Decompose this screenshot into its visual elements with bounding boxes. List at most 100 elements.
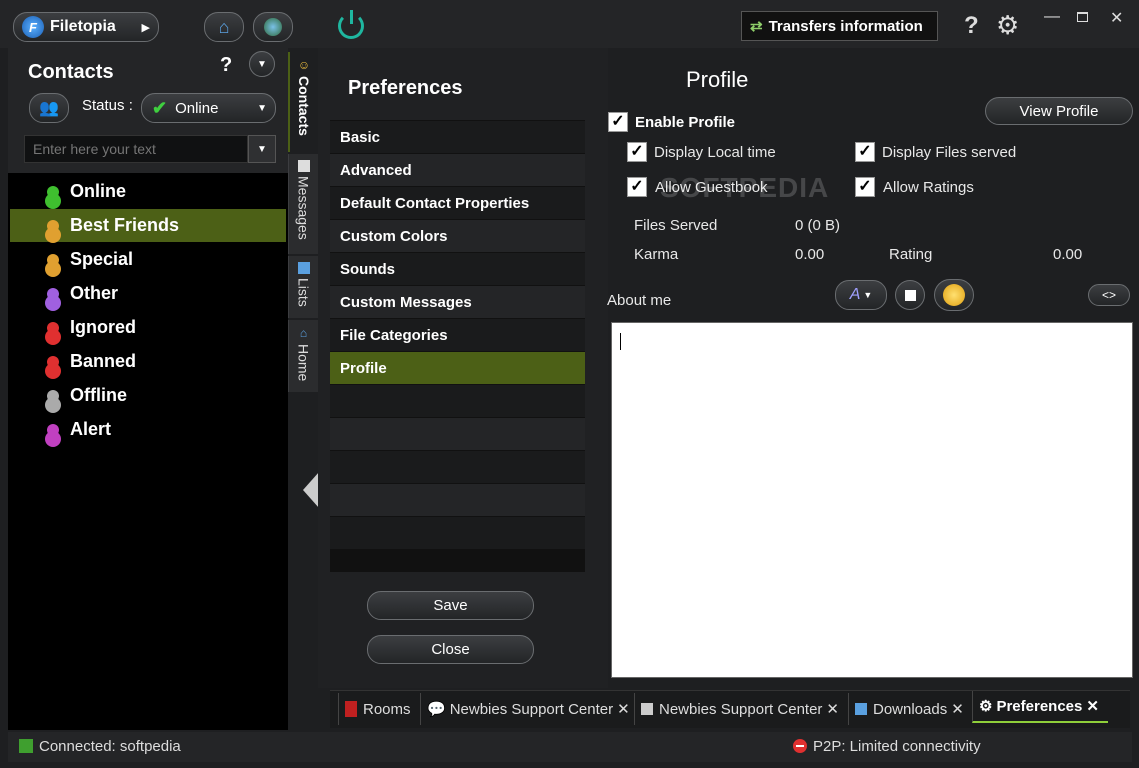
emoticon-button[interactable] bbox=[934, 279, 974, 311]
view-profile-button[interactable]: View Profile bbox=[985, 97, 1133, 125]
files-served-label: Files Served bbox=[634, 217, 718, 234]
pref-item-sounds[interactable]: Sounds bbox=[330, 253, 585, 285]
tab-contacts[interactable]: ☺ Contacts bbox=[288, 52, 318, 152]
about-me-label: About me bbox=[607, 292, 672, 309]
smiley-icon bbox=[943, 284, 965, 306]
rooms-icon bbox=[345, 701, 357, 717]
tab-newbies-support-center-2[interactable]: Newbies Support Center ✕ bbox=[634, 693, 844, 725]
contact-group-label: Ignored bbox=[70, 317, 136, 337]
collapse-arrow-icon[interactable] bbox=[303, 472, 319, 508]
enable-profile-checkbox[interactable]: ✓ bbox=[608, 112, 628, 132]
tab-messages-label: Messages bbox=[295, 176, 312, 240]
home-button[interactable]: ⌂ bbox=[204, 12, 244, 42]
globe-button[interactable] bbox=[253, 12, 293, 42]
user-icon bbox=[42, 283, 64, 305]
minimize-button[interactable]: — bbox=[1044, 8, 1060, 26]
filetopia-menu-button[interactable]: F Filetopia ▶ bbox=[13, 12, 159, 42]
contacts-menu-button[interactable]: ▼ bbox=[249, 51, 275, 77]
display-local-time-checkbox[interactable]: ✓ bbox=[627, 142, 647, 162]
color-button[interactable] bbox=[895, 280, 925, 310]
tab-newbies-label-1: Newbies Support Center bbox=[449, 700, 614, 718]
rating-label: Rating bbox=[889, 246, 933, 263]
display-local-time-label: Display Local time bbox=[654, 144, 776, 161]
user-icon bbox=[42, 385, 64, 407]
gear-icon[interactable]: ⚙ bbox=[996, 10, 1019, 41]
tab-newbies-support-center-1[interactable]: 💬 Newbies Support Center ✕ bbox=[420, 693, 630, 725]
filetopia-logo-icon: F bbox=[22, 16, 44, 38]
pref-empty-row bbox=[330, 517, 585, 549]
preferences-title: Preferences bbox=[348, 77, 463, 99]
tab-downloads[interactable]: Downloads ✕ bbox=[848, 693, 968, 725]
contacts-search-input[interactable] bbox=[24, 135, 248, 163]
tab-rooms[interactable]: Rooms bbox=[338, 693, 416, 725]
pref-item-custom-messages[interactable]: Custom Messages bbox=[330, 286, 585, 318]
display-files-served-checkbox[interactable]: ✓ bbox=[855, 142, 875, 162]
user-icon bbox=[42, 249, 64, 271]
allow-ratings-checkbox[interactable]: ✓ bbox=[855, 177, 875, 197]
search-dropdown-button[interactable]: ▼ bbox=[248, 135, 276, 163]
contact-group-special[interactable]: Special bbox=[10, 243, 286, 276]
display-files-served-label: Display Files served bbox=[882, 144, 1017, 161]
tab-preferences-label: Preferences bbox=[996, 697, 1083, 715]
tab-preferences[interactable]: ⚙ Preferences ✕ bbox=[972, 691, 1108, 723]
contact-group-best-friends[interactable]: Best Friends bbox=[10, 209, 286, 242]
pref-item-advanced[interactable]: Advanced bbox=[330, 154, 585, 186]
transfers-information-button[interactable]: ⇄ Transfers information bbox=[741, 11, 938, 41]
messages-icon bbox=[297, 160, 310, 172]
user-icon bbox=[42, 215, 64, 237]
downloads-icon bbox=[855, 703, 867, 715]
profile-title: Profile bbox=[686, 67, 749, 92]
tab-downloads-label: Downloads bbox=[873, 700, 948, 718]
document-icon bbox=[641, 703, 653, 715]
smiley-icon: ☺ bbox=[297, 58, 311, 72]
pref-item-default-contact-properties[interactable]: Default Contact Properties bbox=[330, 187, 585, 219]
pref-item-file-categories[interactable]: File Categories bbox=[330, 319, 585, 351]
help-icon[interactable]: ? bbox=[964, 12, 979, 40]
maximize-button[interactable] bbox=[1077, 12, 1088, 22]
tab-lists-label: Lists bbox=[295, 278, 312, 307]
karma-value: 0.00 bbox=[795, 246, 825, 263]
pref-item-custom-colors[interactable]: Custom Colors bbox=[330, 220, 585, 252]
user-icon bbox=[42, 181, 64, 203]
contacts-help-icon[interactable]: ? bbox=[220, 54, 232, 77]
chevron-down-icon: ▼ bbox=[257, 102, 267, 114]
contact-group-online[interactable]: Online bbox=[10, 175, 286, 208]
app-title: Filetopia bbox=[50, 18, 116, 35]
play-arrow-icon: ▶ bbox=[141, 21, 150, 34]
pref-empty-row bbox=[330, 418, 585, 450]
close-window-button[interactable]: ✕ bbox=[1110, 8, 1123, 28]
add-contact-button[interactable]: 👥 bbox=[29, 93, 69, 123]
contact-group-banned[interactable]: Banned bbox=[10, 345, 286, 378]
contact-group-offline[interactable]: Offline bbox=[10, 379, 286, 412]
save-button[interactable]: Save bbox=[367, 591, 534, 620]
allow-guestbook-checkbox[interactable]: ✓ bbox=[627, 177, 647, 197]
code-toggle-button[interactable]: <> bbox=[1088, 284, 1130, 306]
gear-icon: ⚙ bbox=[979, 698, 993, 715]
connected-status: Connected: softpedia bbox=[39, 738, 181, 755]
tab-lists[interactable]: Lists bbox=[288, 256, 318, 318]
close-tab-icon[interactable]: ✕ bbox=[951, 700, 964, 718]
pref-empty-row bbox=[330, 484, 585, 516]
close-tab-icon[interactable]: ✕ bbox=[617, 700, 630, 718]
tab-home[interactable]: ⌂ Home bbox=[288, 320, 318, 392]
tab-home-label: Home bbox=[295, 344, 312, 382]
contact-group-other[interactable]: Other bbox=[10, 277, 286, 310]
close-button[interactable]: Close bbox=[367, 635, 534, 664]
tab-messages[interactable]: Messages bbox=[288, 154, 318, 254]
pref-item-profile[interactable]: Profile bbox=[330, 352, 585, 384]
about-me-textarea[interactable] bbox=[611, 322, 1133, 678]
close-tab-icon[interactable]: ✕ bbox=[826, 700, 839, 718]
home-icon: ⌂ bbox=[218, 16, 230, 37]
p2p-status: P2P: Limited connectivity bbox=[813, 738, 981, 755]
chevron-down-icon: ▼ bbox=[257, 58, 267, 70]
rating-value: 0.00 bbox=[1053, 246, 1083, 263]
transfers-icon: ⇄ bbox=[750, 18, 763, 35]
close-tab-icon[interactable]: ✕ bbox=[1086, 697, 1099, 715]
pref-item-basic[interactable]: Basic bbox=[330, 121, 585, 153]
contact-group-ignored[interactable]: Ignored bbox=[10, 311, 286, 344]
no-entry-icon bbox=[793, 739, 807, 753]
contacts-title: Contacts bbox=[28, 61, 114, 83]
status-select[interactable]: ✔ Online ▼ bbox=[141, 93, 276, 123]
contact-group-alert[interactable]: Alert bbox=[10, 413, 286, 446]
font-style-button[interactable]: A ▼ bbox=[835, 280, 887, 310]
